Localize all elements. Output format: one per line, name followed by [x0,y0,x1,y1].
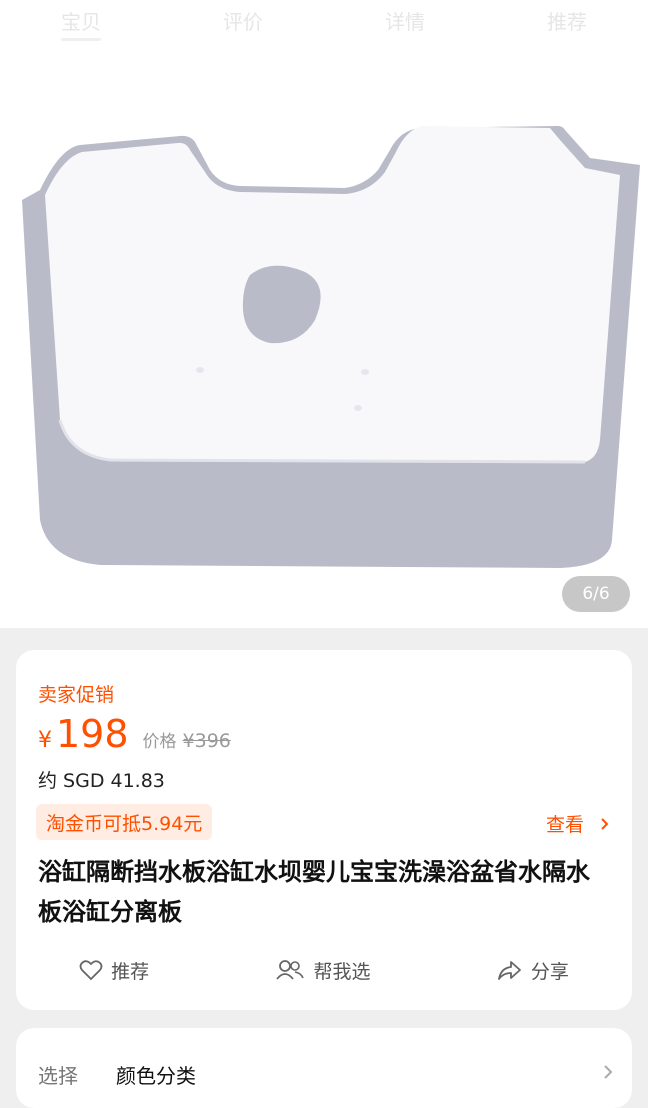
selection-label: 选择 [38,1064,78,1088]
price-row: ¥ 198 价格 ¥396 [38,712,231,756]
product-info-card: 卖家促销 ¥ 198 价格 ¥396 约 SGD 41.83 淘金币可抵5.94… [16,650,632,1010]
product-image-gallery[interactable]: 6/6 [0,0,648,628]
promo-label: 卖家促销 [38,684,115,706]
recommend-label: 推荐 [111,960,150,983]
converted-price: 约 SGD 41.83 [38,770,165,792]
original-price-label: 价格 [142,732,177,752]
share-icon [497,961,521,980]
tab-recommend[interactable]: 推荐 [547,0,587,35]
coin-discount-badge[interactable]: 淘金币可抵5.94元 [36,804,213,840]
product-image [22,125,640,568]
view-link-label: 查看 [545,814,584,836]
selection-value: 颜色分类 [116,1064,196,1088]
original-price: ¥396 [182,730,231,752]
heart-icon [79,960,103,981]
share-label: 分享 [530,960,569,983]
tab-reviews[interactable]: 评价 [223,0,263,35]
current-price: 198 [56,712,129,756]
currency-symbol: ¥ [38,728,52,753]
tab-details[interactable]: 详情 [385,0,425,35]
action-bar: 推荐 帮我选 分享 [16,950,632,990]
help-choose-button[interactable]: 帮我选 [275,957,371,984]
top-tab-bar: 宝贝 评价 详情 推荐 [0,0,648,41]
product-title: 浴缸隔断挡水板浴缸水坝婴儿宝宝洗澡浴盆省水隔水板浴缸分离板 [38,858,590,926]
share-button[interactable]: 分享 [497,957,569,984]
image-counter: 6/6 [562,576,630,612]
chevron-right-icon [601,818,609,830]
people-icon [276,960,305,980]
view-link[interactable]: 查看 [546,810,612,837]
help-choose-label: 帮我选 [313,960,371,983]
chevron-right-icon [604,1065,613,1079]
tab-item[interactable]: 宝贝 [61,0,101,41]
recommend-button[interactable]: 推荐 [79,957,149,984]
option-selector-card[interactable]: 选择 颜色分类 [16,1028,632,1108]
